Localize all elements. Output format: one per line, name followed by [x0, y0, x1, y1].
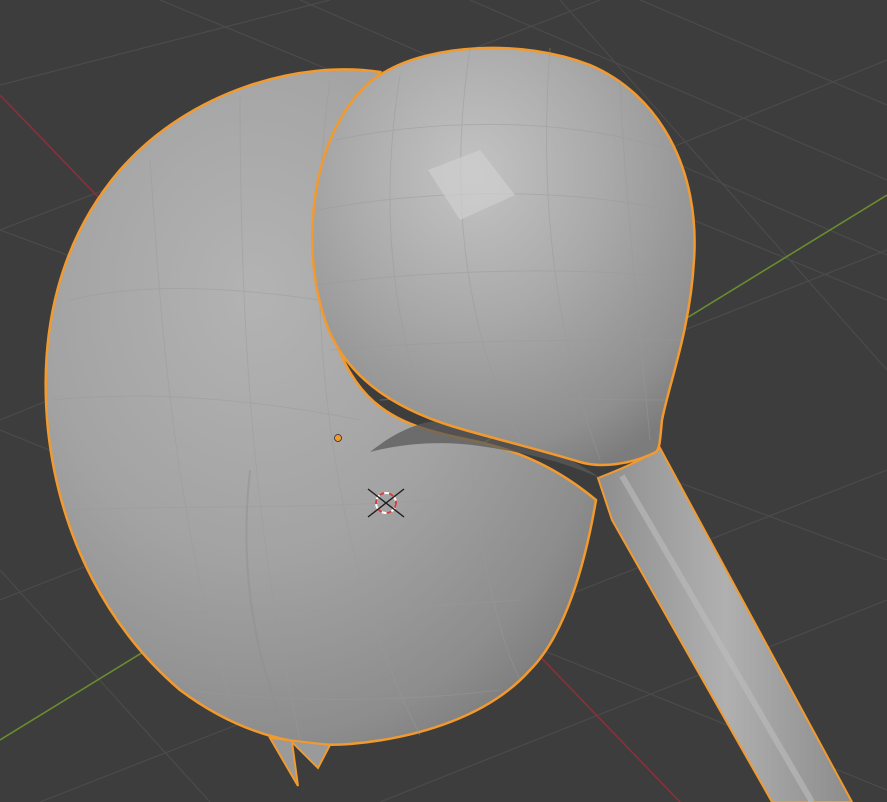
viewport-scene[interactable]	[0, 0, 887, 802]
object-origin-dot[interactable]	[334, 434, 342, 442]
mesh-stick[interactable]	[596, 446, 854, 802]
3d-viewport[interactable]	[0, 0, 887, 802]
